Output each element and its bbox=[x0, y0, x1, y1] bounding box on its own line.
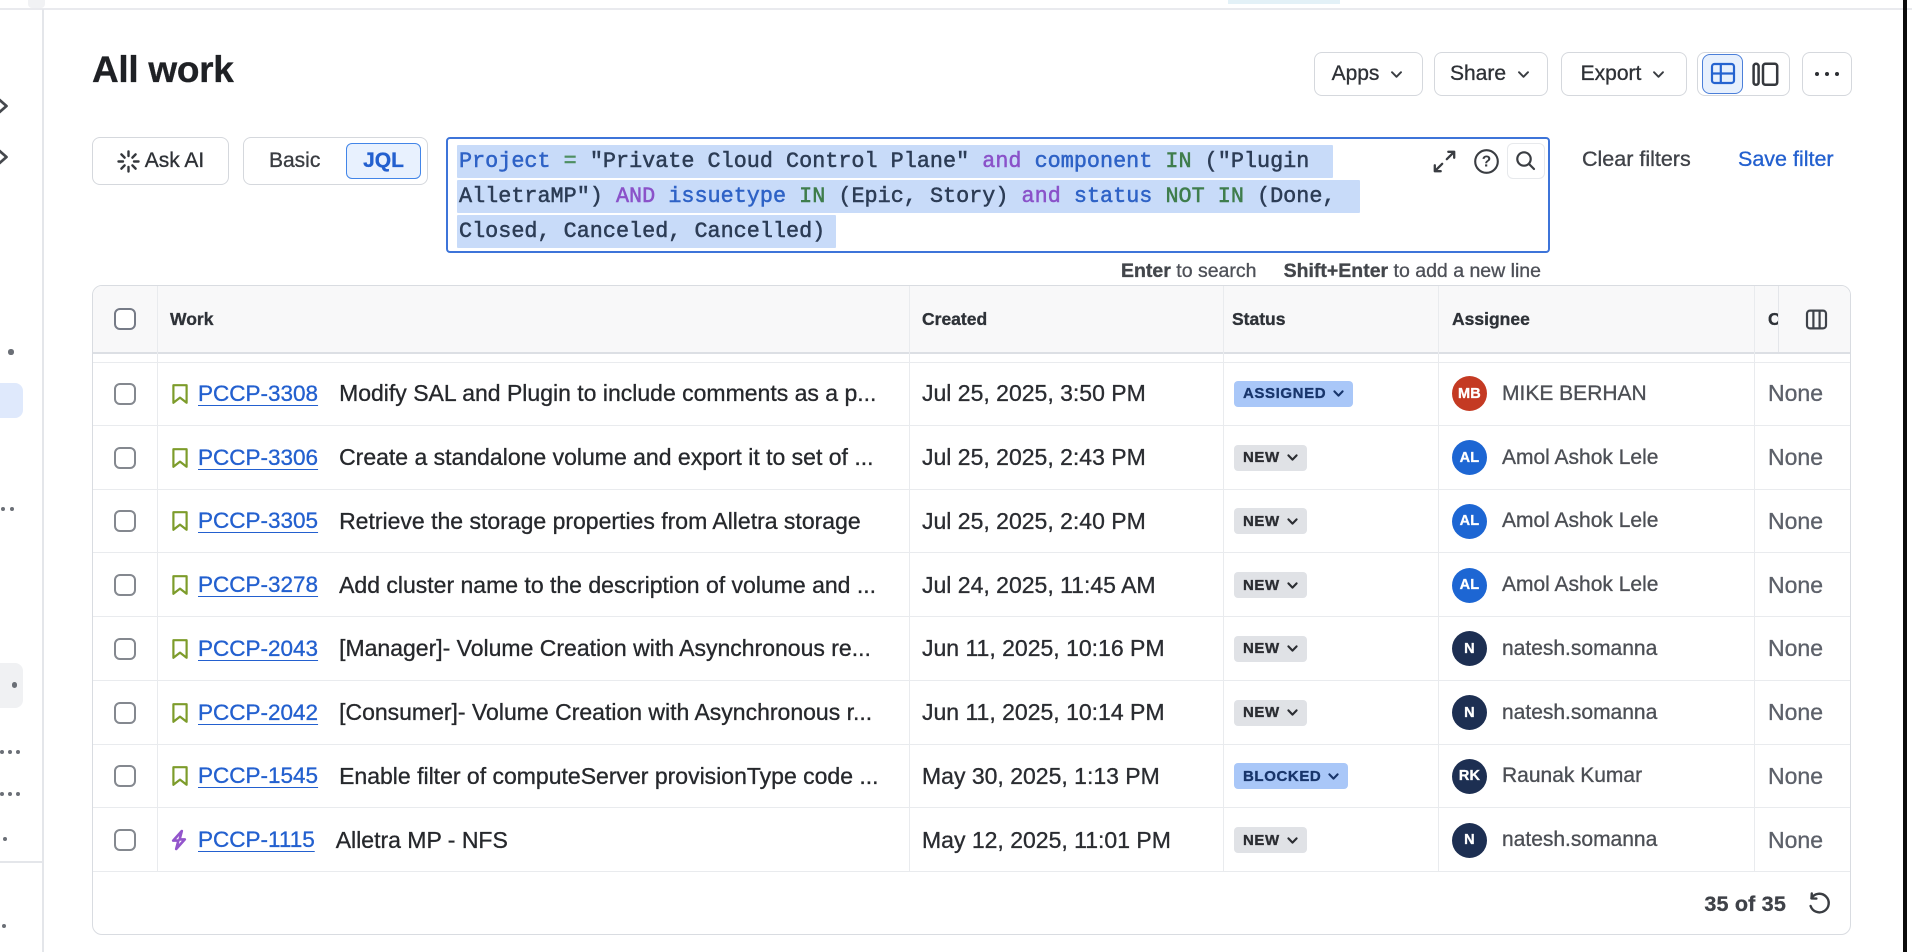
svg-text:?: ? bbox=[1482, 154, 1491, 171]
